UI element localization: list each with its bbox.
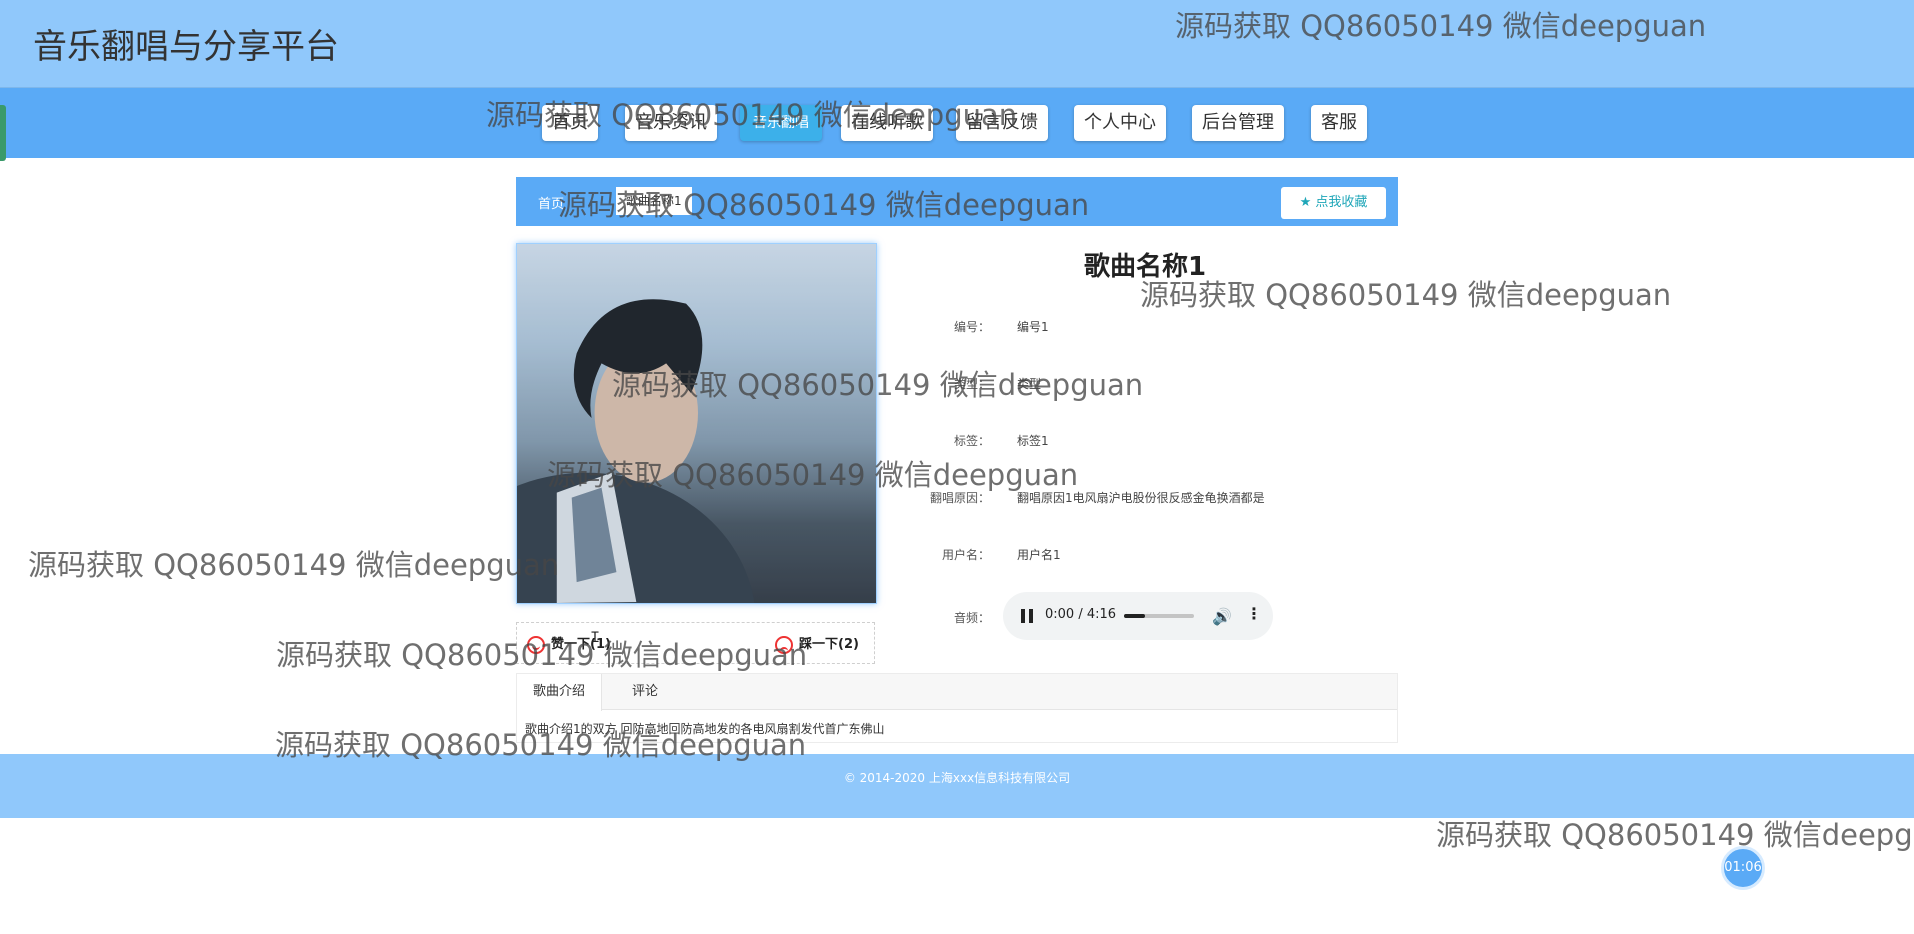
favorite-label: 点我收藏: [1315, 195, 1368, 210]
pause-icon[interactable]: [1021, 609, 1033, 623]
favorite-button[interactable]: ★ 点我收藏: [1281, 187, 1386, 219]
field-label-id: 编号：: [953, 320, 990, 334]
watermark: 源码获取 QQ86050149 微信deepguan: [1436, 818, 1914, 852]
field-label-type: 类型：: [953, 377, 990, 391]
frown-icon: [775, 635, 793, 654]
audio-player[interactable]: 0:00 / 4:16 🔊 ⋮: [1003, 592, 1273, 640]
main-nav: 首页 音乐资讯 音乐翻唱 在线听歌 留言反馈 个人中心 后台管理 客服: [0, 88, 1914, 158]
field-value-username: 用户名1: [1017, 548, 1061, 562]
nav-item-feedback[interactable]: 留言反馈: [956, 105, 1048, 141]
field-value-tag: 标签1: [1017, 434, 1049, 448]
breadcrumb: 首页 歌曲名称1 ★ 点我收藏: [516, 177, 1398, 226]
nav-item-home[interactable]: 首页: [542, 105, 598, 141]
audio-progress-bar[interactable]: [1124, 614, 1194, 618]
nav-item-admin[interactable]: 后台管理: [1192, 105, 1284, 141]
detail-tabs: 歌曲介绍 评论 歌曲介绍1的双方 回防高地回防高地发的各电风扇割发代首广东佛山: [516, 673, 1398, 743]
nav-item-personal-center[interactable]: 个人中心: [1074, 105, 1166, 141]
song-title: 歌曲名称1: [1083, 252, 1207, 282]
field-label-tag: 标签：: [953, 434, 990, 448]
site-header: 音乐翻唱与分享平台: [0, 0, 1914, 88]
nav-item-online-listen[interactable]: 在线听歌: [841, 105, 933, 141]
volume-icon[interactable]: 🔊: [1212, 607, 1232, 626]
breadcrumb-home[interactable]: 首页: [538, 193, 564, 212]
vote-box: 赞一下(1) 踩一下(2): [516, 622, 875, 664]
site-footer: © 2014-2020 上海xxx信息科技有限公司: [0, 754, 1914, 818]
nav-item-music-news[interactable]: 音乐资讯: [625, 105, 717, 141]
dislike-label: 踩一下(2): [799, 637, 859, 652]
tab-comments[interactable]: 评论: [616, 674, 674, 710]
tab-header: 歌曲介绍 评论: [517, 674, 1397, 711]
audio-time: 0:00 / 4:16: [1045, 607, 1117, 622]
site-title: 音乐翻唱与分享平台: [33, 27, 339, 67]
text-cursor-icon: Ｉ: [588, 630, 602, 646]
side-handle[interactable]: [0, 105, 6, 161]
field-label-reason: 翻唱原因：: [929, 491, 990, 505]
nav-item-music-cover[interactable]: 音乐翻唱: [740, 105, 822, 141]
field-value-id: 编号1: [1017, 320, 1049, 334]
timer-badge[interactable]: 01:06: [1721, 846, 1765, 890]
breadcrumb-current: 歌曲名称1: [616, 187, 692, 215]
star-icon: ★: [1299, 195, 1312, 210]
field-label-username: 用户名：: [941, 548, 990, 562]
tab-song-intro[interactable]: 歌曲介绍: [517, 674, 603, 711]
song-cover-image: [516, 243, 877, 604]
dislike-button[interactable]: 踩一下(2): [775, 633, 859, 654]
audio-progress-fill: [1124, 614, 1145, 618]
field-value-type: 类型: [1017, 377, 1042, 391]
smile-icon: [527, 635, 545, 654]
watermark: 源码获取 QQ86050149 微信deepguan: [28, 548, 560, 582]
field-value-reason: 翻唱原因1电风扇沪电股份很反感金龟换酒都是: [1017, 491, 1265, 505]
song-intro-text: 歌曲介绍1的双方 回防高地回防高地发的各电风扇割发代首广东佛山: [525, 722, 885, 736]
nav-item-customer-service[interactable]: 客服: [1311, 105, 1367, 141]
field-label-audio: 音频：: [953, 611, 990, 625]
copyright-text: © 2014-2020 上海xxx信息科技有限公司: [843, 771, 1071, 785]
more-options-icon[interactable]: ⋮: [1246, 604, 1262, 623]
